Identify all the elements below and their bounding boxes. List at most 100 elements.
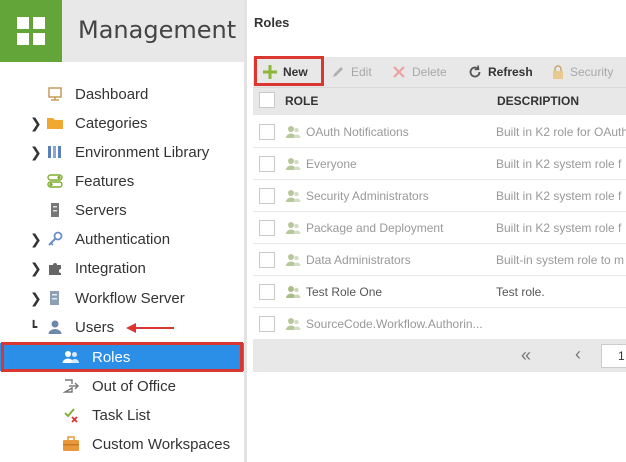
- lock-icon: [552, 65, 564, 79]
- table-row[interactable]: Everyone Built in K2 system role f: [253, 148, 626, 180]
- column-header-role[interactable]: ROLE: [285, 94, 318, 108]
- delete-x-icon: [392, 65, 406, 79]
- sidebar-item-label: Authentication: [75, 230, 171, 248]
- chevron-right-icon[interactable]: ❯: [30, 290, 42, 307]
- puzzle-icon: [46, 259, 64, 277]
- delete-button[interactable]: Delete: [392, 60, 447, 84]
- delete-button-label: Delete: [412, 65, 447, 79]
- library-icon: [46, 143, 64, 161]
- role-description: Built in K2 system role f: [496, 189, 622, 203]
- select-all-checkbox[interactable]: [259, 92, 275, 108]
- security-button-label: Security: [570, 65, 614, 79]
- sidebar-item-label: Servers: [75, 201, 127, 219]
- sidebar-item-label: Workflow Server: [75, 289, 185, 307]
- chevron-right-icon[interactable]: ❯: [30, 144, 42, 161]
- sidebar-item-custom-workspaces[interactable]: Custom Workspaces: [0, 430, 244, 458]
- expanded-marker-icon[interactable]: ┗: [30, 320, 40, 334]
- app-grid-icon[interactable]: [0, 0, 62, 62]
- server-icon: [46, 201, 64, 219]
- role-name: OAuth Notifications: [306, 125, 409, 139]
- role-description: Built-in system role to m: [496, 253, 625, 267]
- first-page-icon[interactable]: «: [521, 345, 531, 366]
- sidebar: Management Dashboard ❯ Categories ❯ Envi…: [0, 0, 244, 462]
- role-icon: [286, 158, 301, 170]
- pencil-icon: [331, 65, 345, 79]
- sidebar-item-out-of-office[interactable]: Out of Office: [0, 372, 244, 400]
- sidebar-item-label: Dashboard: [75, 85, 149, 103]
- previous-page-icon[interactable]: ‹: [575, 344, 581, 365]
- out-of-office-icon: [62, 377, 80, 395]
- roles-highlight-box: [1, 342, 243, 372]
- app-title: Management: [78, 16, 237, 44]
- sidebar-item-dashboard[interactable]: Dashboard: [0, 80, 244, 108]
- refresh-button[interactable]: Refresh: [468, 60, 533, 84]
- sidebar-item-integration[interactable]: ❯ Integration: [0, 254, 244, 282]
- role-name: Test Role One: [306, 285, 383, 299]
- task-list-icon: [62, 406, 80, 424]
- column-header-description[interactable]: DESCRIPTION: [497, 94, 579, 108]
- role-icon: [286, 190, 301, 202]
- annotation-arrow-icon: [126, 323, 174, 333]
- sidebar-item-label: Categories: [75, 114, 148, 132]
- chevron-right-icon[interactable]: ❯: [30, 231, 42, 248]
- sidebar-item-categories[interactable]: ❯ Categories: [0, 109, 244, 137]
- edit-button-label: Edit: [351, 65, 372, 79]
- row-checkbox[interactable]: [259, 252, 275, 268]
- sidebar-item-servers[interactable]: Servers: [0, 196, 244, 224]
- page-number-input[interactable]: 1: [601, 344, 626, 368]
- sidebar-item-label: Features: [75, 172, 135, 190]
- workflow-server-icon: [46, 289, 64, 307]
- row-checkbox[interactable]: [259, 188, 275, 204]
- refresh-icon: [468, 65, 482, 79]
- sidebar-item-features[interactable]: Features: [0, 167, 244, 195]
- sidebar-item-users[interactable]: ┗ Users: [0, 313, 244, 341]
- sidebar-item-task-list[interactable]: Task List: [0, 401, 244, 429]
- sidebar-divider[interactable]: [244, 0, 247, 462]
- role-description: Built in K2 system role f: [496, 157, 622, 171]
- role-name: Security Administrators: [306, 189, 429, 203]
- role-description: Built in K2 role for OAuth: [496, 125, 626, 139]
- sidebar-item-label: Environment Library: [75, 143, 210, 161]
- role-description: Test role.: [496, 285, 545, 299]
- key-icon: [46, 230, 64, 248]
- dashboard-icon: [46, 85, 64, 103]
- row-checkbox[interactable]: [259, 156, 275, 172]
- row-checkbox[interactable]: [259, 124, 275, 140]
- sidebar-item-authentication[interactable]: ❯ Authentication: [0, 225, 244, 253]
- role-icon: [286, 126, 301, 138]
- sidebar-item-label: Integration: [75, 259, 146, 277]
- table-row[interactable]: SourceCode.Workflow.Authorin...: [253, 308, 626, 340]
- toggle-icon: [46, 172, 64, 190]
- pager: « ‹ 1: [253, 340, 626, 372]
- new-highlight-box: [254, 56, 324, 86]
- role-name: Data Administrators: [306, 253, 411, 267]
- role-icon: [286, 286, 301, 298]
- table-row[interactable]: OAuth Notifications Built in K2 role for…: [253, 116, 626, 148]
- row-checkbox[interactable]: [259, 284, 275, 300]
- sidebar-item-label: Users: [75, 318, 115, 336]
- table-row[interactable]: Security Administrators Built in K2 syst…: [253, 180, 626, 212]
- user-icon: [46, 318, 64, 336]
- chevron-right-icon[interactable]: ❯: [30, 115, 42, 132]
- edit-button[interactable]: Edit: [331, 60, 372, 84]
- chevron-right-icon[interactable]: ❯: [30, 260, 42, 277]
- role-icon: [286, 222, 301, 234]
- sidebar-item-environment-library[interactable]: ❯ Environment Library: [0, 138, 244, 166]
- role-name: Package and Deployment: [306, 221, 444, 235]
- security-button[interactable]: Security: [552, 60, 613, 84]
- role-name: SourceCode.Workflow.Authorin...: [306, 317, 483, 331]
- role-name: Everyone: [306, 157, 357, 171]
- sidebar-item-label: Custom Workspaces: [92, 435, 231, 453]
- folder-icon: [46, 114, 64, 132]
- table-row[interactable]: Package and Deployment Built in K2 syste…: [253, 212, 626, 244]
- page-title: Roles: [254, 15, 290, 30]
- role-description: Built in K2 system role f: [496, 221, 622, 235]
- table-row[interactable]: Data Administrators Built-in system role…: [253, 244, 626, 276]
- sidebar-item-label: Task List: [92, 406, 151, 424]
- refresh-button-label: Refresh: [488, 65, 533, 79]
- table-row[interactable]: Test Role One Test role.: [253, 276, 626, 308]
- sidebar-item-workflow-server[interactable]: ❯ Workflow Server: [0, 284, 244, 312]
- row-checkbox[interactable]: [259, 316, 275, 332]
- row-checkbox[interactable]: [259, 220, 275, 236]
- role-icon: [286, 318, 301, 330]
